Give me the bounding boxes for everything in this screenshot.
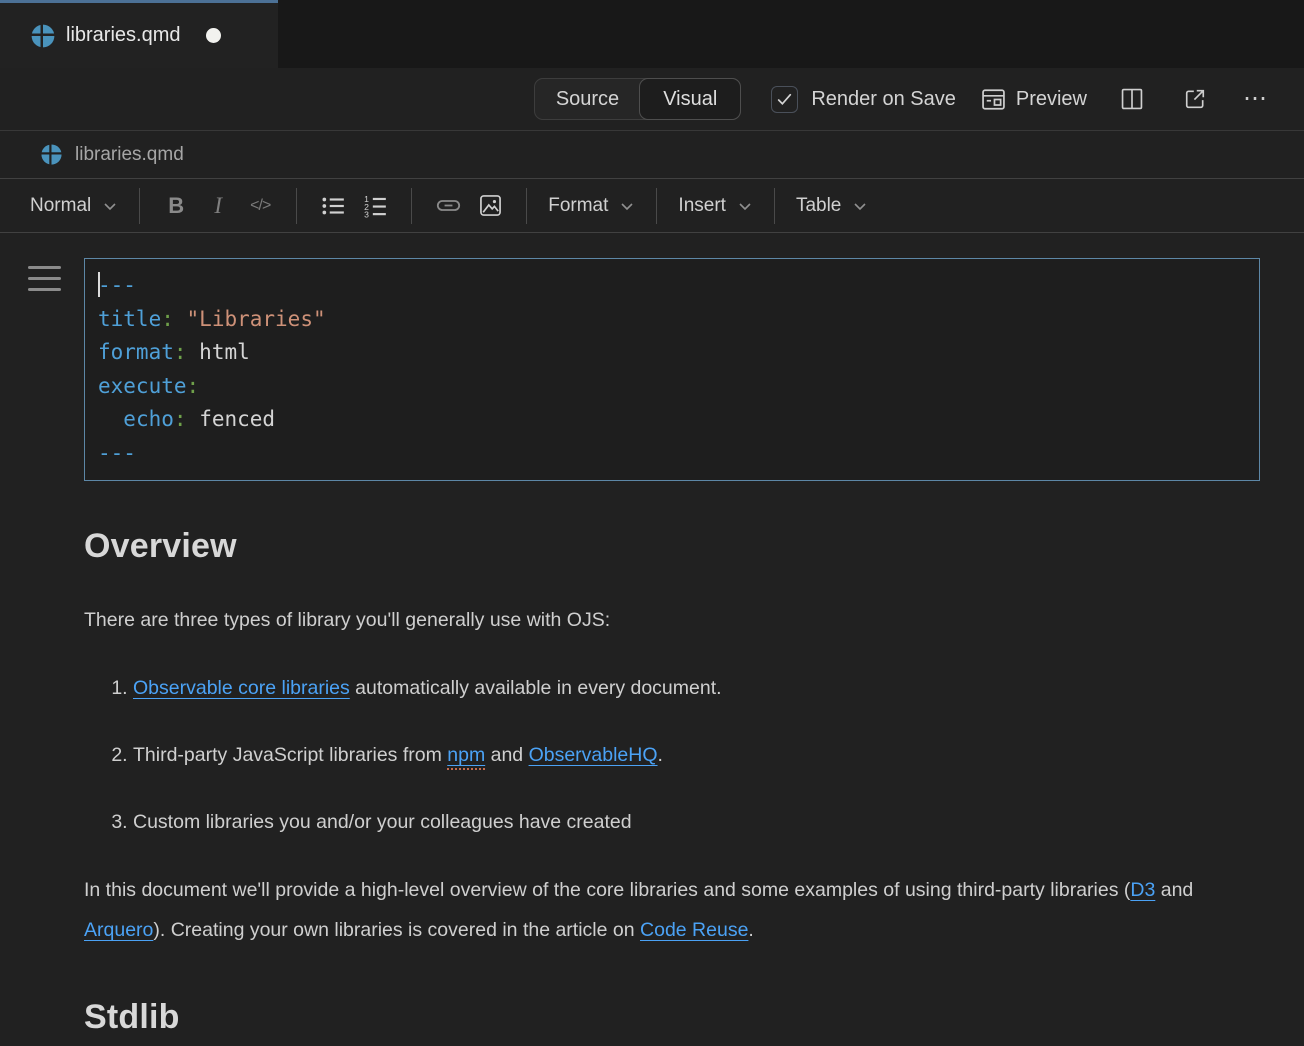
table-menu-label: Table (796, 195, 841, 217)
format-menu-label: Format (548, 195, 608, 217)
chevron-down-icon (737, 198, 753, 214)
editor-toolbar: Source Visual Render on Save Preview (0, 68, 1304, 131)
mode-toggle: Source Visual (534, 78, 742, 120)
editor-content: ---title: "Libraries"format: htmlexecute… (0, 233, 1304, 1037)
text-cursor (98, 272, 100, 297)
yaml-code-block[interactable]: ---title: "Libraries"format: htmlexecute… (84, 258, 1260, 481)
paragraph: In this document we'll provide a high-le… (84, 870, 1234, 950)
paragraph: There are three types of library you'll … (84, 600, 1234, 640)
toolbar-separator (139, 188, 140, 224)
preview-label: Preview (1016, 88, 1087, 111)
doc-link[interactable]: ObservableHQ (529, 744, 658, 766)
preview-icon (980, 86, 1007, 113)
doc-link[interactable]: D3 (1130, 879, 1155, 901)
section-heading: Stdlib (84, 998, 1234, 1037)
italic-icon: I (214, 193, 222, 219)
code-line[interactable]: --- (98, 269, 1246, 303)
tab-bar: libraries.qmd (0, 0, 1304, 68)
more-actions-button[interactable]: ⋯ (1243, 87, 1270, 111)
code-line[interactable]: format: html (98, 336, 1246, 370)
chevron-down-icon (619, 198, 635, 214)
quarto-icon (30, 23, 56, 49)
insert-menu-label: Insert (678, 195, 726, 217)
doc-text: . (748, 919, 753, 941)
code-line[interactable]: execute: (98, 370, 1246, 404)
insert-image-button[interactable] (469, 186, 511, 226)
quarto-icon (40, 143, 63, 166)
numbered-list-icon: 1 2 3 (362, 193, 388, 219)
breadcrumb-file[interactable]: libraries.qmd (75, 144, 184, 166)
source-mode-button[interactable]: Source (535, 78, 640, 120)
bullet-list-icon (320, 193, 346, 219)
doc-text: Custom libraries you and/or your colleag… (133, 811, 632, 833)
numbered-list: Observable core libraries automatically … (84, 668, 1234, 842)
modified-dot-icon[interactable] (206, 28, 221, 43)
toolbar-separator (774, 188, 775, 224)
document-body[interactable]: Overview There are three types of library… (84, 527, 1234, 1037)
doc-link[interactable]: Arquero (84, 919, 153, 941)
toolbar-separator (411, 188, 412, 224)
code-line[interactable]: --- (98, 437, 1246, 471)
toolbar-separator (656, 188, 657, 224)
doc-text: Third-party JavaScript libraries from (133, 744, 447, 766)
checkmark-icon (776, 91, 793, 108)
doc-text: There are three types of library you'll … (84, 609, 610, 631)
bold-icon: B (168, 193, 184, 219)
list-item: Third-party JavaScript libraries from np… (133, 735, 1234, 775)
code-line[interactable]: title: "Libraries" (98, 303, 1246, 337)
paragraph-style-label: Normal (30, 195, 91, 217)
preview-button[interactable]: Preview (980, 86, 1087, 113)
list-item: Custom libraries you and/or your colleag… (133, 802, 1234, 842)
code-icon: </> (250, 197, 270, 215)
doc-text: automatically available in every documen… (350, 677, 722, 699)
doc-text: In this document we'll provide a high-le… (84, 879, 1130, 901)
italic-button[interactable]: I (197, 186, 239, 226)
open-external-icon (1182, 86, 1208, 112)
doc-text: and (1155, 879, 1193, 901)
tab-title: libraries.qmd (66, 24, 180, 47)
insert-menu[interactable]: Insert (672, 195, 759, 217)
inline-code-button[interactable]: </> (239, 186, 281, 226)
code-lines: ---title: "Libraries"format: htmlexecute… (98, 269, 1246, 470)
toolbar-separator (526, 188, 527, 224)
doc-link[interactable]: Observable core libraries (133, 677, 350, 699)
code-line[interactable]: echo: fenced (98, 403, 1246, 437)
svg-text:3: 3 (364, 209, 369, 219)
doc-link[interactable]: npm (447, 744, 485, 770)
visual-mode-button[interactable]: Visual (639, 78, 741, 120)
split-editor-icon (1119, 86, 1145, 112)
toolbar-separator (296, 188, 297, 224)
section-heading: Overview (84, 527, 1234, 566)
bold-button[interactable]: B (155, 186, 197, 226)
breadcrumb: libraries.qmd (0, 131, 1304, 178)
split-editor-button[interactable] (1119, 86, 1145, 112)
bullet-list-button[interactable] (312, 186, 354, 226)
doc-text: and (485, 744, 528, 766)
insert-link-button[interactable] (427, 186, 469, 226)
render-on-save-label: Render on Save (811, 88, 956, 111)
tab-libraries-qmd[interactable]: libraries.qmd (0, 0, 278, 68)
format-toolbar: Normal B I </> 1 2 3 (0, 178, 1304, 233)
format-menu[interactable]: Format (542, 195, 641, 217)
image-icon (477, 192, 504, 219)
block-drag-handle-icon[interactable] (28, 266, 61, 299)
chevron-down-icon (852, 198, 868, 214)
list-item: Observable core libraries automatically … (133, 668, 1234, 708)
render-on-save-checkbox[interactable] (771, 86, 798, 113)
link-icon (435, 192, 462, 219)
doc-link[interactable]: Code Reuse (640, 919, 748, 941)
paragraph-style-dropdown[interactable]: Normal (24, 195, 124, 217)
table-menu[interactable]: Table (790, 195, 874, 217)
chevron-down-icon (102, 198, 118, 214)
doc-text: ). Creating your own libraries is covere… (153, 919, 640, 941)
open-external-button[interactable] (1182, 86, 1208, 112)
numbered-list-button[interactable]: 1 2 3 (354, 186, 396, 226)
doc-text: . (658, 744, 663, 766)
